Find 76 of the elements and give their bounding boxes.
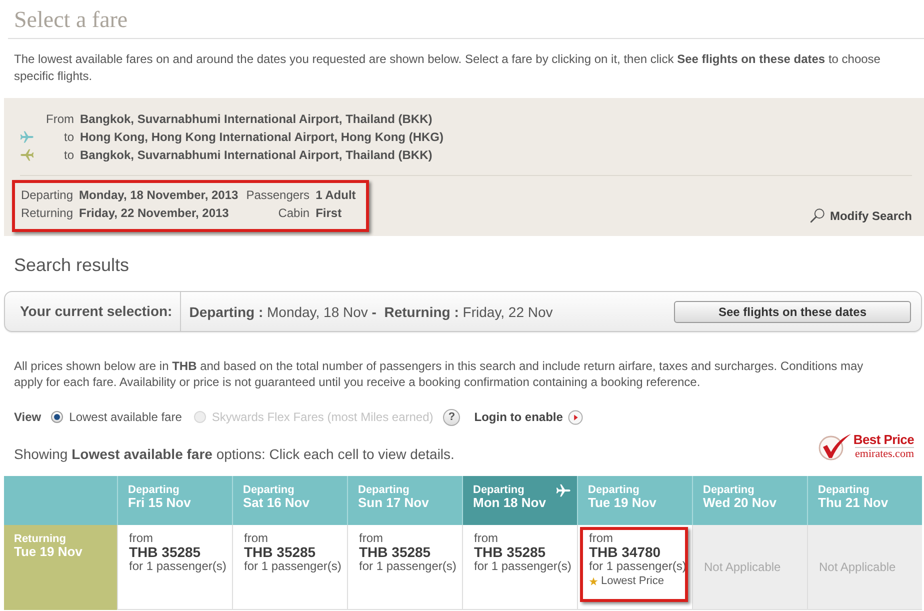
route-label: to xyxy=(64,147,74,164)
star-icon xyxy=(589,576,598,586)
section-title: Search results xyxy=(14,254,130,276)
fare-price: THB 34780 xyxy=(589,545,661,559)
detail-value: First xyxy=(316,205,342,222)
detail-label: Passengers xyxy=(245,187,310,204)
fare-note: for 1 passenger(s) xyxy=(129,559,226,573)
fare-from: from xyxy=(244,531,268,545)
fare-price: THB 35285 xyxy=(359,545,431,559)
unavailable-cell: Not Applicable xyxy=(692,525,807,610)
fare-cell[interactable]: from THB 35285 for 1 passenger(s) xyxy=(462,525,577,610)
fare-cell[interactable]: from THB 35285 for 1 passenger(s) xyxy=(347,525,462,610)
plane-icon xyxy=(20,130,34,144)
selection-label: Your current selection: xyxy=(5,292,182,331)
route-place: Bangkok, Suvarnabhumi International Airport, Thailand (BKK) xyxy=(80,147,432,164)
checkmark-circle-icon xyxy=(818,433,852,461)
fare-price: THB 35285 xyxy=(244,545,316,559)
detail-value: Monday, 18 November, 2013 xyxy=(79,187,238,204)
fare-cell[interactable]: from THB 35285 for 1 passenger(s) xyxy=(117,525,232,610)
fare-cell[interactable]: from THB 34780 for 1 passenger(s) Lowest Price xyxy=(577,525,692,610)
fare-from: from xyxy=(474,531,498,545)
detail-label: Returning xyxy=(20,205,73,222)
fare-note: for 1 passenger(s) xyxy=(474,559,572,573)
header-label: Departing xyxy=(358,484,410,496)
route-label: to xyxy=(64,129,74,146)
header-label: Departing xyxy=(818,484,870,496)
header-date: Mon 18 Nov xyxy=(473,496,546,510)
arrow-circle-icon xyxy=(568,410,583,424)
selection-dates: Departing : Monday, 18 Nov - Returning : Friday, 22 Nov xyxy=(189,304,553,320)
page-title: Select a fare xyxy=(14,6,128,34)
unavailable-cell: Not Applicable xyxy=(807,525,922,610)
fare-note: for 1 passenger(s) xyxy=(589,559,686,573)
header-date: Tue 19 Nov xyxy=(588,496,656,510)
prices-note: All prices shown below are in THB and based on the total number of passengers in this search and include return airfare, taxes and surcharges. Conditions may apply for each fare. Availability or price is not guaranteed until you receive a booking confirmation containing a booking reference. xyxy=(14,358,864,390)
view-label: View xyxy=(14,410,42,424)
header-date: Fri 15 Nov xyxy=(128,496,191,510)
modify-search-link[interactable]: Modify Search xyxy=(810,208,912,223)
header-label: Returning xyxy=(14,533,66,545)
fare-from: from xyxy=(359,531,383,545)
fare-from: from xyxy=(589,531,613,545)
detail-value: 1 Adult xyxy=(316,187,356,204)
badge-title: Best Price xyxy=(853,433,914,447)
fare-price: THB 35285 xyxy=(129,545,201,559)
fare-cell[interactable]: from THB 35285 for 1 passenger(s) xyxy=(232,525,347,610)
route-label: From xyxy=(46,111,74,128)
radio-button[interactable] xyxy=(51,411,64,423)
fare-note: for 1 passenger(s) xyxy=(359,559,456,573)
fare-tag: Lowest Price xyxy=(601,574,664,588)
header-date: Sat 16 Nov xyxy=(243,496,310,510)
route-place: Hong Kong, Hong Kong International Airport, Hong Kong (HKG) xyxy=(80,129,444,146)
detail-label: Departing xyxy=(20,187,73,204)
header-label: Departing xyxy=(128,484,180,496)
option-label[interactable]: Lowest available fare xyxy=(69,410,182,424)
see-flights-button[interactable]: See flights on these dates xyxy=(674,300,911,322)
header-date: Wed 20 Nov xyxy=(703,496,776,510)
badge-site: emirates.com xyxy=(855,447,914,461)
fare-price: THB 35285 xyxy=(474,545,546,559)
login-link[interactable]: Login to enable xyxy=(474,410,583,424)
header-date: Sun 17 Nov xyxy=(358,496,429,510)
plane-icon xyxy=(20,148,34,162)
header-date: Tue 19 Nov xyxy=(14,545,82,559)
showing-text: Showing Lowest available fare options: Click each cell to view details. xyxy=(14,445,454,463)
header-label: Departing xyxy=(588,484,640,496)
search-icon xyxy=(810,208,825,223)
help-button[interactable]: ? xyxy=(443,408,460,426)
route-place: Bangkok, Suvarnabhumi International Airport, Thailand (BKK) xyxy=(80,111,432,128)
detail-label: Cabin xyxy=(277,205,310,222)
plane-icon xyxy=(556,483,571,498)
header-label: Departing xyxy=(703,484,754,496)
header-date: Thu 21 Nov xyxy=(818,496,888,510)
header-label: Departing xyxy=(473,484,524,496)
fare-from: from xyxy=(129,531,153,545)
fare-note: for 1 passenger(s) xyxy=(244,559,342,573)
intro-text: The lowest available fares on and around the dates you requested are shown below. Select a fare by clicking on it, then click See flights on these dates to choose specific flights. xyxy=(14,51,882,85)
detail-value: Friday, 22 November, 2013 xyxy=(79,205,229,222)
header-label: Departing xyxy=(243,484,294,496)
